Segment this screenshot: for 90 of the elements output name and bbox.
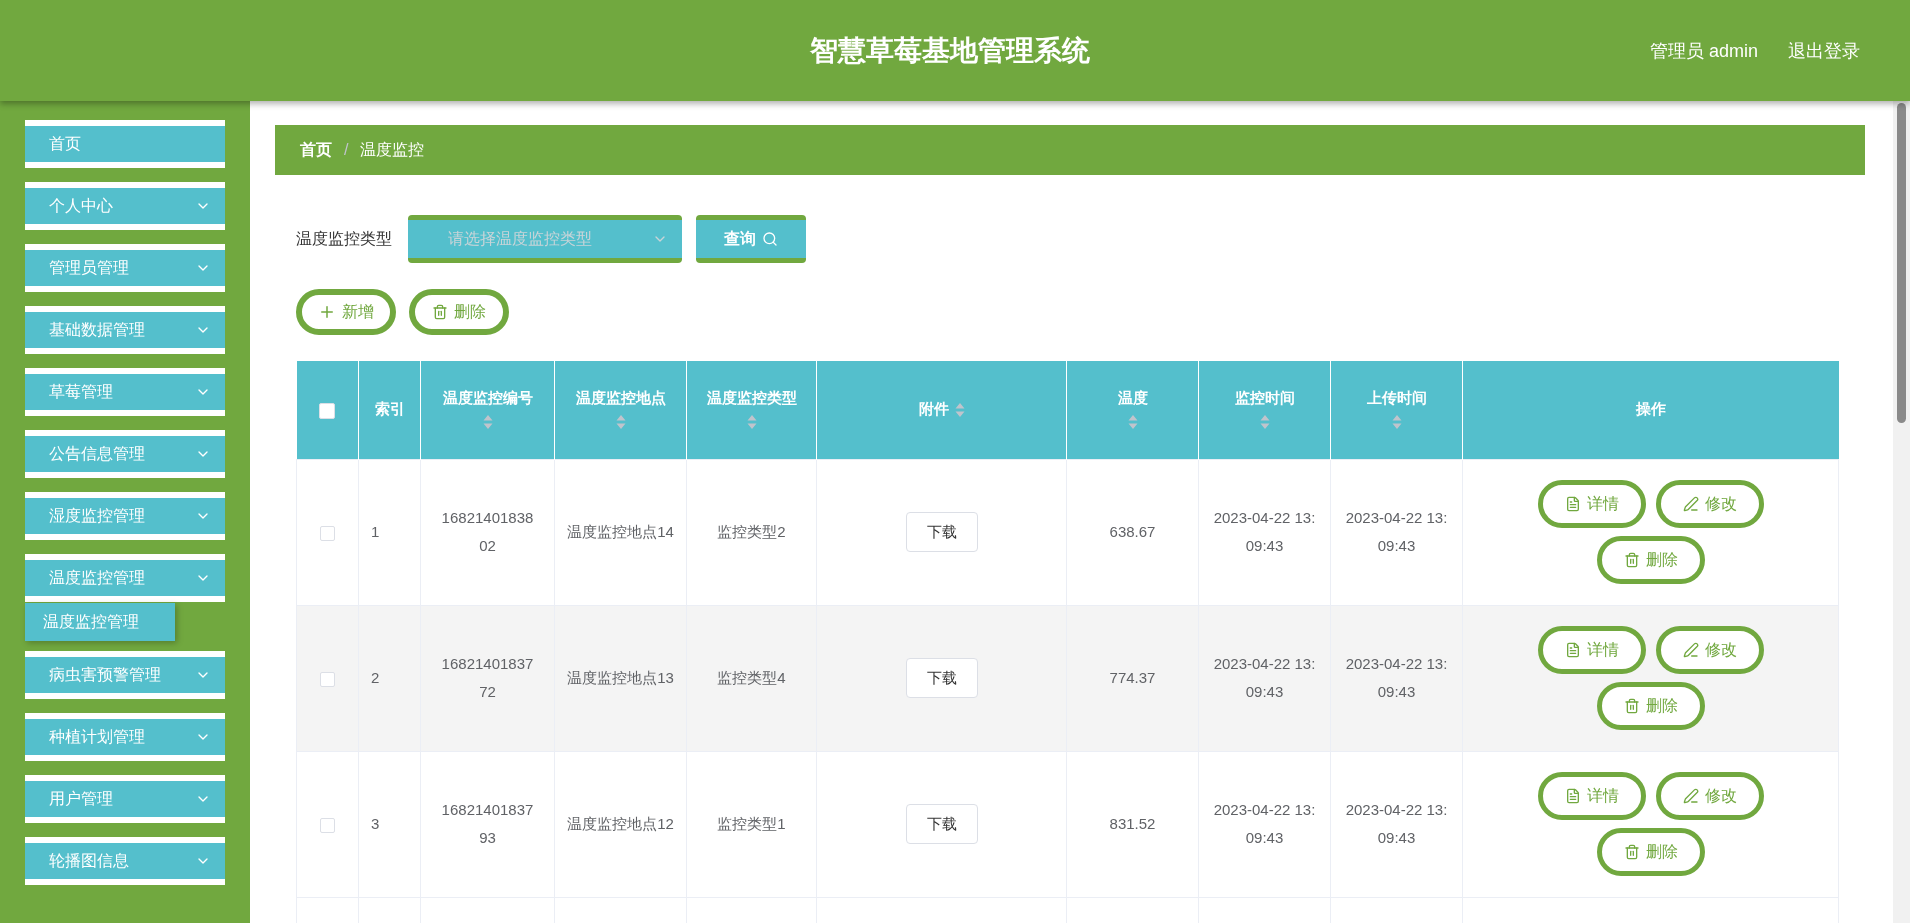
add-button[interactable]: 新增 (296, 289, 396, 335)
table-cell-text: 温度监控地点13 (567, 668, 674, 688)
sort-icon[interactable] (615, 414, 626, 431)
table-cell-text: 1682140183793 (440, 800, 535, 848)
menu-item[interactable]: 管理员管理 (25, 244, 225, 292)
pencil-icon (1682, 788, 1699, 804)
query-button[interactable]: 查询 (696, 215, 806, 263)
delete-button[interactable]: 删除 (1596, 828, 1705, 876)
table-cell-text: 2023-04-22 13:09:43 (1344, 654, 1449, 702)
menu-item[interactable]: 公告信息管理 (25, 430, 225, 478)
sort-icon[interactable] (1127, 414, 1138, 431)
column-header: 上传时间 (1366, 389, 1427, 407)
trash-icon (1623, 698, 1640, 714)
user-link[interactable]: 管理员 admin (1649, 38, 1758, 63)
table-cell-text: 3 (371, 814, 380, 834)
plus-icon (318, 303, 336, 321)
table-cell-text: 2023-04-22 13:09:43 (1344, 800, 1449, 848)
menu-item[interactable]: 基础数据管理 (25, 306, 225, 354)
sort-icon[interactable] (746, 414, 757, 431)
column-header: 温度 (1117, 389, 1148, 407)
sort-icon[interactable] (1391, 414, 1402, 431)
table-cell-text: 1 (371, 522, 380, 542)
sort-icon[interactable] (954, 402, 965, 419)
breadcrumb-separator: / (344, 141, 349, 159)
type-select[interactable]: 请选择温度监控类型 (408, 215, 682, 263)
table-cell-text: 温度监控地点14 (567, 522, 674, 542)
row-checkbox[interactable] (320, 671, 335, 687)
breadcrumb-link[interactable]: 首页 (300, 139, 332, 161)
search-icon (762, 231, 778, 247)
pencil-icon (1682, 642, 1699, 658)
menu-item[interactable]: 草莓管理 (25, 368, 225, 416)
row-checkbox[interactable] (320, 817, 335, 833)
table-cell-text: 监控类型1 (717, 814, 786, 834)
column-header: 监控时间 (1234, 389, 1295, 407)
trash-icon (1623, 844, 1640, 860)
submenu-item[interactable]: 温度监控管理 (25, 603, 175, 641)
filter-label: 温度监控类型 (296, 228, 392, 249)
logout-link[interactable]: 退出登录 (1788, 38, 1860, 63)
details-button[interactable]: 详情 (1537, 626, 1646, 674)
download-button[interactable]: 下载 (905, 658, 978, 698)
download-button[interactable]: 下载 (905, 512, 978, 552)
row-checkbox[interactable] (320, 525, 335, 541)
delete-button[interactable]: 删除 (1596, 536, 1705, 584)
column-header: 附件 (918, 400, 949, 418)
column-header: 温度监控类型 (706, 389, 797, 407)
menu-item[interactable]: 轮播图信息 (25, 837, 225, 885)
document-icon (1564, 788, 1581, 804)
trash-icon (432, 304, 448, 320)
document-icon (1564, 496, 1581, 512)
menu-item[interactable]: 湿度监控管理 (25, 492, 225, 540)
details-button[interactable]: 详情 (1537, 772, 1646, 820)
table-cell-text: 2023-04-22 13:09:43 (1212, 654, 1317, 702)
table-cell-text: 774.37 (1109, 668, 1156, 688)
select-all-checkbox[interactable] (319, 402, 336, 419)
edit-button[interactable]: 修改 (1655, 772, 1764, 820)
table-cell-text: 2 (371, 668, 380, 688)
breadcrumb-link[interactable]: 温度监控 (360, 139, 425, 161)
table-cell-text: 1682140183772 (440, 654, 535, 702)
menu-item[interactable]: 种植计划管理 (25, 713, 225, 761)
menu-item[interactable]: 病虫害预警管理 (25, 651, 225, 699)
table-cell-text: 1682140183802 (440, 508, 535, 556)
edit-button[interactable]: 修改 (1655, 626, 1764, 674)
delete-button[interactable]: 删除 (409, 289, 509, 335)
scrollbar[interactable] (1893, 101, 1910, 923)
menu-item[interactable]: 温度监控管理 (25, 554, 225, 602)
column-header: 温度监控编号 (442, 389, 533, 407)
table-cell-text: 温度监控地点12 (567, 814, 674, 834)
table-cell-text: 2023-04-22 13:09:43 (1212, 800, 1317, 848)
edit-button[interactable]: 修改 (1655, 480, 1764, 528)
sort-icon[interactable] (482, 414, 493, 431)
table-cell-text: 831.52 (1109, 814, 1156, 834)
table-cell-text: 2023-04-22 13:09:43 (1212, 508, 1317, 556)
table-cell-text: 638.67 (1109, 522, 1156, 542)
table-cell-text: 监控类型4 (717, 668, 786, 688)
column-header: 索引 (374, 400, 405, 418)
menu-item[interactable]: 首页 (25, 120, 225, 168)
app-title: 智慧草莓基地管理系统 (809, 33, 1091, 68)
trash-icon (1623, 552, 1640, 568)
document-icon (1564, 642, 1581, 658)
sort-icon[interactable] (1259, 414, 1270, 431)
column-header: 操作 (1635, 400, 1666, 418)
table-cell-text: 监控类型2 (717, 522, 786, 542)
download-button[interactable]: 下载 (905, 804, 978, 844)
menu-item[interactable]: 个人中心 (25, 182, 225, 230)
column-header: 温度监控地点 (575, 389, 666, 407)
table-cell-text: 2023-04-22 13:09:43 (1344, 508, 1449, 556)
delete-button[interactable]: 删除 (1596, 682, 1705, 730)
details-button[interactable]: 详情 (1537, 480, 1646, 528)
menu-item[interactable]: 用户管理 (25, 775, 225, 823)
pencil-icon (1682, 496, 1699, 512)
